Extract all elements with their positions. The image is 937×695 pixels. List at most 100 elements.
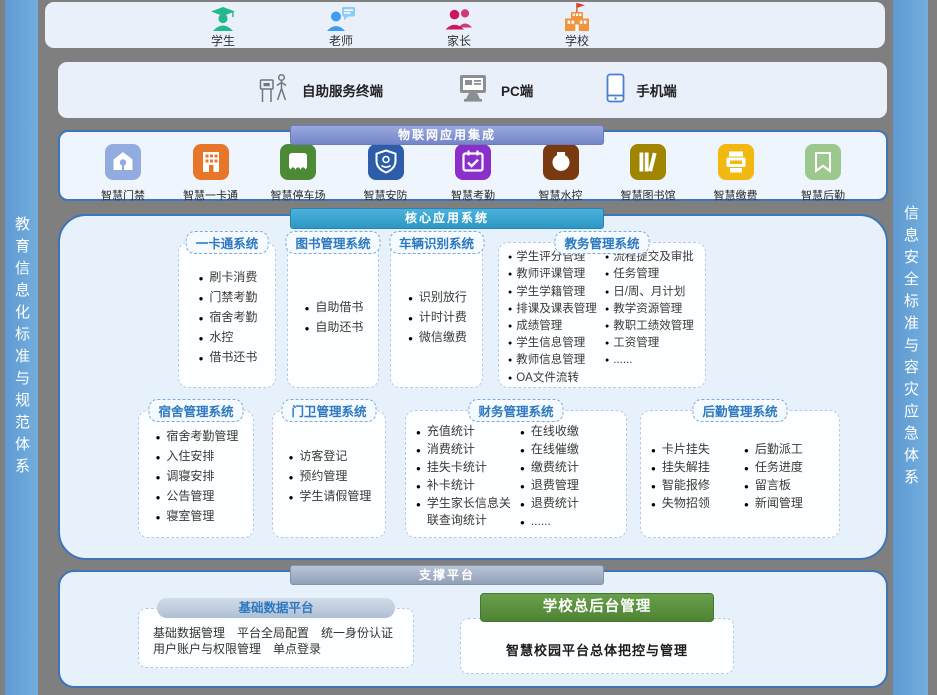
feature-item: 后勤派工: [742, 441, 831, 459]
feature-item: 识别放行: [406, 288, 467, 308]
iot-integration-section: 物联网应用集成 智慧门禁智慧一卡通智慧停车场智慧安防智慧考勤智慧水控智慧图书馆智…: [58, 130, 888, 201]
left-standards-text: 教育信息化标准与规范体系: [11, 216, 32, 480]
feature-item: 计时计费: [406, 308, 467, 328]
iot-section-banner: 物联网应用集成: [290, 125, 604, 145]
feature-item: 卡片挂失: [649, 441, 738, 459]
iot-item: 智慧考勤: [434, 144, 512, 203]
feature-item: 留言板: [742, 477, 831, 495]
feature-column: 访客登记预约管理学生请假管理: [287, 447, 372, 507]
iot-item-label: 智慧停车场: [271, 187, 326, 203]
payment-icon: [718, 144, 754, 185]
feature-item: 教学资源管理: [604, 301, 697, 318]
feature-column: 宿舍考勤管理入住安排调寝安排公告管理寝室管理: [154, 427, 239, 527]
system-card-features: 充值统计消费统计挂失卡统计补卡统计学生家长信息关联查询统计在线收缴在线催缴缴费统…: [406, 413, 626, 535]
iot-item: 智慧安防: [347, 144, 425, 203]
left-standards-bar: 教育信息化标准与规范体系: [5, 0, 38, 695]
feature-item: 寝室管理: [154, 507, 239, 527]
iot-item-label: 智慧一卡通: [183, 187, 238, 203]
iot-item: 智慧门禁: [84, 144, 162, 203]
feature-item: 宿舍考勤: [197, 308, 258, 328]
iot-item-label: 智慧安防: [364, 187, 408, 203]
feature-item: 学生请假管理: [287, 487, 372, 507]
iot-item: 智慧停车场: [259, 144, 337, 203]
feature-column: 自助借书自助还书: [303, 298, 364, 338]
right-standards-text: 信息安全标准与容灾应急体系: [900, 205, 921, 491]
feature-column: 在线收缴在线催缴缴费统计退费管理退费统计......: [518, 423, 618, 531]
iot-item: 智慧后勤: [784, 144, 862, 203]
support-platform-section: 支撑平台 基础数据平台 基础数据管理 平台全局配置 统一身份认证 用户账户与权限…: [58, 570, 888, 688]
feature-item: 工资管理: [604, 335, 697, 352]
feature-item: 教师评课管理: [507, 266, 600, 283]
feature-column: 后勤派工任务进度留言板新闻管理: [742, 441, 831, 513]
feature-item: 入住安排: [154, 447, 239, 467]
user-label: 学生: [211, 32, 235, 49]
system-card: 图书管理系统自助借书自助还书: [287, 242, 379, 388]
feature-item: 预约管理: [287, 467, 372, 487]
system-card: 车辆识别系统识别放行计时计费微信缴费: [390, 242, 483, 388]
feature-item: 排课及课表管理: [507, 301, 600, 318]
system-card-features: 访客登记预约管理学生请假管理: [273, 437, 385, 511]
feature-item: 挂失解挂: [649, 459, 738, 477]
feature-column: 识别放行计时计费微信缴费: [406, 288, 467, 348]
user-item: 学生: [187, 5, 259, 49]
feature-item: 失物招领: [649, 495, 738, 513]
feature-item: 学生家长信息关联查询统计: [414, 495, 514, 529]
feature-item: 新闻管理: [742, 495, 831, 513]
feature-item: 访客登记: [287, 447, 372, 467]
system-card-title: 门卫管理系统: [281, 399, 376, 422]
feature-column: 学生评分管理教师评课管理学生学籍管理排课及课表管理成绩管理学生信息管理教师信息管…: [507, 249, 600, 387]
user-label: 老师: [329, 32, 353, 49]
iot-item: 智慧一卡通: [172, 144, 250, 203]
iot-item-label: 智慧门禁: [101, 187, 145, 203]
feature-item: 学生信息管理: [507, 335, 600, 352]
system-card-title: 车辆识别系统: [389, 231, 484, 254]
school-admin-card: 学校总后台管理 智慧校园平台总体把控与管理: [460, 618, 734, 674]
user-item: 家长: [423, 5, 495, 49]
feature-item: 补卡统计: [414, 477, 514, 495]
parking-icon: [280, 144, 316, 185]
feature-item: 在线催缴: [518, 441, 618, 459]
feature-item: 水控: [197, 328, 258, 348]
system-card: 后勤管理系统卡片挂失挂失解挂智能报修失物招领后勤派工任务进度留言板新闻管理: [640, 410, 840, 538]
access-icon: [105, 144, 141, 185]
system-card-features: 识别放行计时计费微信缴费: [391, 278, 482, 352]
user-roles-panel: 学生 老师 家长 学校: [45, 2, 885, 48]
feature-item: ......: [518, 513, 618, 531]
system-card-title: 教务管理系统: [554, 231, 649, 254]
device-item: PC端: [455, 73, 533, 108]
feature-item: ......: [604, 352, 697, 369]
system-card-features: 刷卡消费门禁考勤宿舍考勤水控借书还书: [179, 258, 275, 372]
iot-item: 智慧水控: [522, 144, 600, 203]
system-card: 教务管理系统学生评分管理教师评课管理学生学籍管理排课及课表管理成绩管理学生信息管…: [498, 242, 706, 388]
system-card: 门卫管理系统访客登记预约管理学生请假管理: [272, 410, 386, 538]
feature-item: 任务进度: [742, 459, 831, 477]
feature-item: 消费统计: [414, 441, 514, 459]
feature-item: 任务管理: [604, 266, 697, 283]
parents-icon: [444, 5, 474, 32]
feature-item: 挂失卡统计: [414, 459, 514, 477]
user-item: 学校: [541, 5, 613, 49]
system-card-features: 学生评分管理教师评课管理学生学籍管理排课及课表管理成绩管理学生信息管理教师信息管…: [499, 239, 705, 391]
user-item: 老师: [305, 5, 377, 49]
system-card-title: 财务管理系统: [468, 399, 563, 422]
feature-item: 日/周、月计划: [604, 284, 697, 301]
system-card: 宿舍管理系统宿舍考勤管理入住安排调寝安排公告管理寝室管理: [138, 410, 254, 538]
security-icon: [368, 144, 404, 185]
feature-column: 流程提交及审批任务管理日/周、月计划教学资源管理教职工绩效管理工资管理.....…: [604, 249, 697, 387]
school-icon: [562, 5, 592, 32]
base-data-platform-card: 基础数据平台 基础数据管理 平台全局配置 统一身份认证 用户账户与权限管理 单点…: [138, 608, 414, 668]
school-admin-title: 学校总后台管理: [480, 593, 714, 622]
device-label: PC端: [501, 80, 533, 100]
phone-icon: [605, 73, 626, 108]
feature-item: 退费管理: [518, 477, 618, 495]
feature-item: 退费统计: [518, 495, 618, 513]
system-card-features: 自助借书自助还书: [288, 288, 378, 342]
feature-item: 成绩管理: [507, 318, 600, 335]
student-icon: [209, 5, 237, 32]
attendance-icon: [455, 144, 491, 185]
feature-item: 教师信息管理: [507, 352, 600, 369]
core-section-banner: 核心应用系统: [290, 208, 604, 229]
system-card-title: 后勤管理系统: [692, 399, 787, 422]
pc-icon: [455, 73, 491, 108]
school-admin-desc: 智慧校园平台总体把控与管理: [461, 619, 733, 659]
